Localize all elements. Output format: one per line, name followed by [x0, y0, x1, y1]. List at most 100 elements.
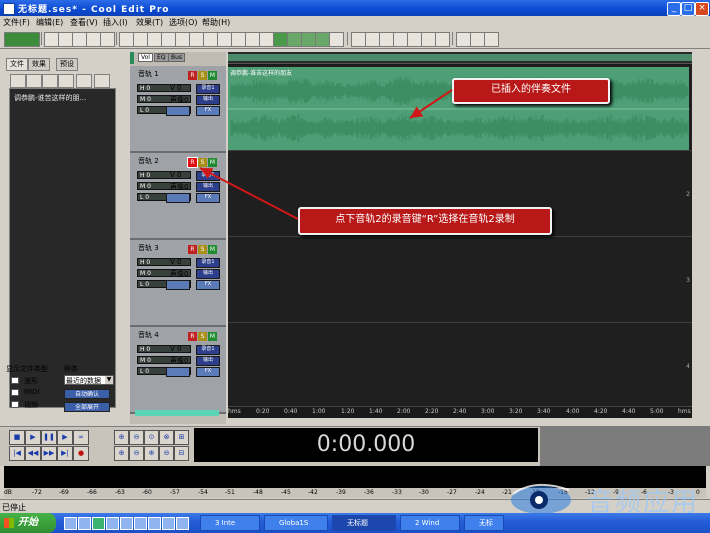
- h-value[interactable]: H 0: [137, 84, 191, 92]
- help-icon[interactable]: [484, 32, 499, 47]
- hybrid-tool-icon[interactable]: [189, 32, 204, 47]
- qq-icon[interactable]: [106, 517, 119, 530]
- zoom-right-icon[interactable]: ⊖: [129, 446, 144, 461]
- move-tool-icon[interactable]: [217, 32, 232, 47]
- lock-slot[interactable]: [166, 106, 190, 116]
- solo-button[interactable]: S: [198, 158, 207, 167]
- timeline-ruler[interactable]: hms 0:20 0:40 1:00 1:20 1:40 2:00 2:20 2:40 3:00 3…: [228, 406, 692, 418]
- record-arm-button[interactable]: R: [188, 71, 197, 80]
- v-value[interactable]: V 0: [170, 84, 181, 92]
- zoom-out-v-icon[interactable]: ⊖: [159, 446, 174, 461]
- metronome-icon[interactable]: [435, 32, 450, 47]
- pan-value[interactable]: 声像0: [170, 182, 188, 192]
- mute-button[interactable]: M: [208, 158, 217, 167]
- output-button[interactable]: 输出: [196, 182, 220, 192]
- options-icon[interactable]: [407, 32, 422, 47]
- track-lane-4[interactable]: 4: [228, 323, 692, 409]
- open-icon[interactable]: [10, 74, 26, 88]
- fast-forward-icon[interactable]: ▶▶: [41, 446, 57, 461]
- mute-button[interactable]: M: [208, 332, 217, 341]
- playlist-icon[interactable]: [470, 32, 485, 47]
- lock-slot[interactable]: [166, 193, 190, 203]
- go-to-end-icon[interactable]: ▶|: [57, 446, 73, 461]
- output-button[interactable]: 输出: [196, 356, 220, 366]
- output-button[interactable]: 输出: [196, 269, 220, 279]
- track-header-4[interactable]: 音轨 4 R S M H 0 V 0 录音1 M 0 声像0 输出 L 0 FX: [130, 327, 226, 414]
- loop-icon[interactable]: ∞: [73, 430, 89, 445]
- h-value[interactable]: H 0: [137, 345, 191, 353]
- zoom-left-icon[interactable]: ⊕: [114, 446, 129, 461]
- word-icon[interactable]: [134, 517, 147, 530]
- close-file-icon[interactable]: [42, 74, 58, 88]
- taskbar-item[interactable]: 2 Wind: [400, 515, 460, 531]
- menu-options[interactable]: 选项(O): [169, 17, 198, 28]
- fx-rack-icon[interactable]: [393, 32, 408, 47]
- minimize-button[interactable]: _: [667, 2, 681, 16]
- zoom-full-icon[interactable]: ⊙: [144, 430, 159, 445]
- copy-icon[interactable]: [147, 32, 162, 47]
- file-list[interactable]: 调恭鹏-谁苦这样的朋...: [9, 88, 116, 408]
- solo-button[interactable]: S: [198, 245, 207, 254]
- v-value[interactable]: V 0: [170, 171, 181, 179]
- mute-button[interactable]: M: [208, 71, 217, 80]
- record-arm-button[interactable]: R: [187, 157, 198, 168]
- v-value[interactable]: V 0: [170, 345, 181, 353]
- expand-all-button[interactable]: 全部展开: [64, 402, 110, 412]
- lock-slot[interactable]: [166, 367, 190, 377]
- mode-switch-button[interactable]: [4, 32, 40, 47]
- fx-button[interactable]: FX: [196, 367, 220, 377]
- record-icon[interactable]: ●: [73, 446, 89, 461]
- pan-value[interactable]: 声像0: [170, 95, 188, 105]
- rewind-icon[interactable]: ◀◀: [25, 446, 41, 461]
- v-value[interactable]: V 0: [170, 258, 181, 266]
- open-file-icon[interactable]: [58, 32, 73, 47]
- time-select-icon[interactable]: [231, 32, 246, 47]
- taskbar-item[interactable]: 无标: [464, 515, 504, 531]
- pause-icon[interactable]: ❚❚: [41, 430, 57, 445]
- chat-icon[interactable]: [176, 517, 189, 530]
- cue-list-icon[interactable]: [456, 32, 471, 47]
- envelope-icon[interactable]: [259, 32, 274, 47]
- record-arm-button[interactable]: R: [188, 332, 197, 341]
- open-session-icon[interactable]: [72, 32, 87, 47]
- help-question-icon[interactable]: [94, 74, 110, 88]
- pan-value[interactable]: 声像0: [170, 356, 188, 366]
- solo-button[interactable]: S: [198, 332, 207, 341]
- select-tool-icon[interactable]: [203, 32, 218, 47]
- tab-files[interactable]: 文件: [6, 58, 28, 71]
- zoom-in-v-icon[interactable]: ⊕: [144, 446, 159, 461]
- maximize-button[interactable]: □: [681, 2, 695, 16]
- pan-envelope-icon[interactable]: [287, 32, 302, 47]
- sort-dropdown[interactable]: 最近的数据 ▼: [64, 375, 114, 385]
- close-button[interactable]: ×: [695, 2, 709, 16]
- play-to-end-icon[interactable]: ▶: [57, 430, 73, 445]
- excel-icon[interactable]: [92, 517, 105, 530]
- output-button[interactable]: 输出: [196, 95, 220, 105]
- record-input-button[interactable]: 录音1: [196, 345, 220, 355]
- mixer-icon[interactable]: [351, 32, 366, 47]
- fx-button[interactable]: FX: [196, 280, 220, 290]
- lock-icon[interactable]: [329, 32, 344, 47]
- mute-button[interactable]: M: [208, 245, 217, 254]
- pan-value[interactable]: 声像0: [170, 269, 188, 279]
- track-eq-icon[interactable]: [365, 32, 380, 47]
- go-to-start-icon[interactable]: |◀: [9, 446, 25, 461]
- stop-icon[interactable]: ■: [9, 430, 25, 445]
- auto-confirm-button[interactable]: 自动确认: [64, 389, 110, 399]
- fx-button[interactable]: FX: [196, 106, 220, 116]
- import-icon[interactable]: [26, 74, 42, 88]
- track-scrollbar[interactable]: [135, 410, 219, 416]
- h-value[interactable]: H 0: [137, 171, 191, 179]
- snap-icon[interactable]: [315, 32, 330, 47]
- record-input-button[interactable]: 录音1: [196, 84, 220, 94]
- track-lane-3[interactable]: 3: [228, 237, 692, 323]
- edit-icon[interactable]: [76, 74, 92, 88]
- record-arm-button[interactable]: R: [188, 245, 197, 254]
- menu-view[interactable]: 查看(V): [70, 17, 98, 28]
- h-value[interactable]: H 0: [137, 258, 191, 266]
- paste-icon[interactable]: [161, 32, 176, 47]
- cd-icon[interactable]: [421, 32, 436, 47]
- record-input-button[interactable]: 录音1: [196, 171, 220, 181]
- save-icon[interactable]: [86, 32, 101, 47]
- zoom-vertical-out-icon[interactable]: ⊟: [174, 446, 189, 461]
